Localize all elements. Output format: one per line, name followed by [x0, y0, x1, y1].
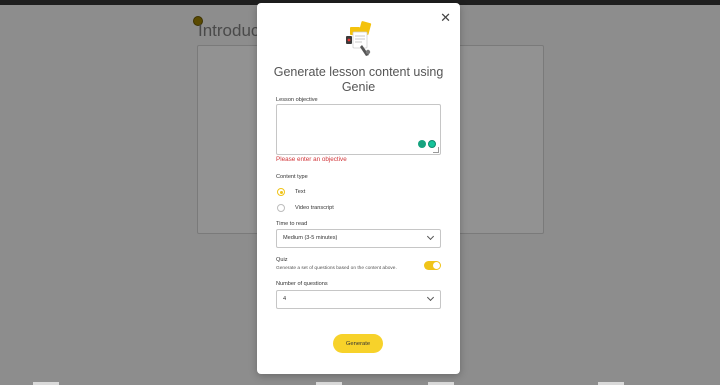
lesson-objective-input[interactable]	[276, 104, 441, 155]
number-of-questions-select[interactable]: 4	[276, 290, 441, 309]
content-type-option-text[interactable]: Text	[277, 188, 305, 196]
radio-label: Text	[295, 189, 306, 195]
lightbulb-icon[interactable]	[418, 140, 426, 148]
objective-error-message: Please enter an objective	[276, 156, 347, 163]
time-to-read-value: Medium (3-5 minutes)	[283, 235, 338, 241]
chevron-down-icon	[426, 293, 435, 302]
time-to-read-select[interactable]: Medium (3-5 minutes)	[276, 229, 441, 248]
generate-button[interactable]: Generate	[333, 334, 383, 353]
quiz-label: Quiz	[276, 257, 288, 263]
genie-dialog: ✕ Generate lesson content using Genie Le…	[257, 3, 460, 374]
dialog-title: Generate lesson content using Genie	[273, 65, 444, 94]
radio-label: Video transcript	[295, 205, 334, 211]
number-of-questions-value: 4	[283, 296, 287, 302]
close-icon[interactable]: ✕	[440, 11, 451, 24]
quiz-description: Generate a set of questions based on the…	[276, 266, 397, 271]
toggle-knob	[433, 262, 440, 269]
lesson-objective-label: Lesson objective	[276, 97, 318, 103]
radio-unselected-icon[interactable]	[277, 204, 285, 212]
number-of-questions-label: Number of questions	[276, 281, 328, 287]
content-type-label: Content type	[276, 174, 308, 180]
content-type-option-video-transcript[interactable]: Video transcript	[277, 204, 334, 212]
radio-selected-icon[interactable]	[277, 188, 285, 196]
chevron-down-icon	[426, 232, 435, 241]
time-to-read-label: Time to read	[276, 221, 308, 227]
genie-illustration-icon	[346, 21, 372, 56]
resize-handle[interactable]	[433, 147, 439, 153]
quiz-toggle[interactable]	[424, 261, 441, 270]
